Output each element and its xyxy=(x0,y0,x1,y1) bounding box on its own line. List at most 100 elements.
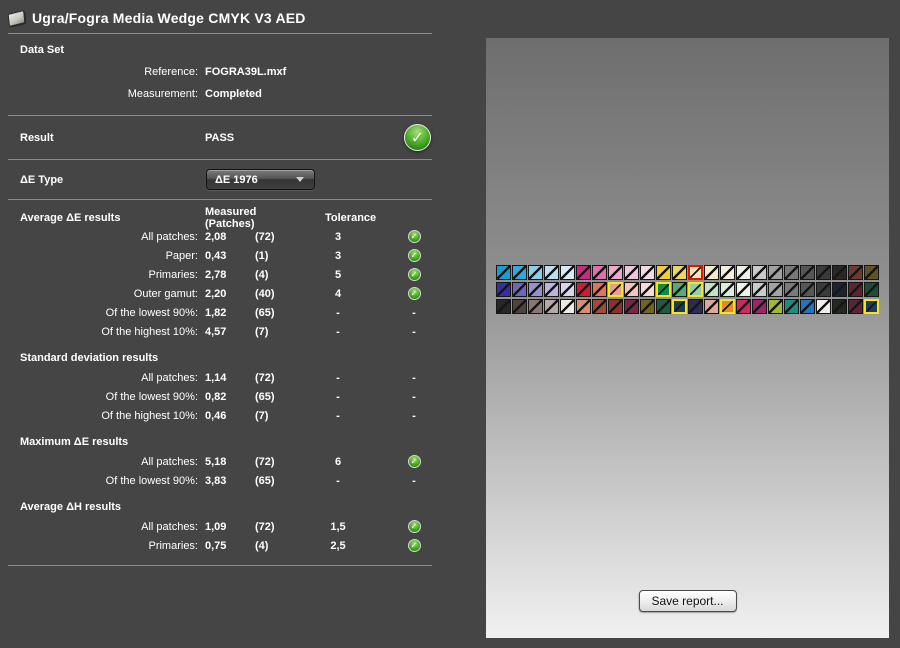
color-patch[interactable] xyxy=(528,299,543,314)
color-patch[interactable] xyxy=(608,282,623,297)
color-patch[interactable] xyxy=(768,282,783,297)
color-patch[interactable] xyxy=(496,282,511,297)
color-patch[interactable] xyxy=(864,265,879,280)
color-patch[interactable] xyxy=(816,265,831,280)
measured-value: 1,82 xyxy=(205,306,227,319)
color-patch[interactable] xyxy=(832,299,847,314)
color-patch[interactable] xyxy=(544,265,559,280)
color-patch[interactable] xyxy=(640,299,655,314)
section-heading-row: Average ΔE results Measured (Patches) Tole… xyxy=(0,206,462,230)
patch-count: (72) xyxy=(255,455,275,468)
measured-value: 4,57 xyxy=(205,325,227,338)
color-patch[interactable] xyxy=(720,265,735,280)
color-patch[interactable] xyxy=(864,282,879,297)
color-patch[interactable] xyxy=(576,299,591,314)
color-patch[interactable] xyxy=(544,299,559,314)
color-patch[interactable] xyxy=(544,282,559,297)
measured-value: 0,75 xyxy=(205,539,227,552)
patch-count: (7) xyxy=(255,325,269,338)
color-patch[interactable] xyxy=(560,282,575,297)
color-patch[interactable] xyxy=(560,265,575,280)
color-patch[interactable] xyxy=(624,265,639,280)
color-patch[interactable] xyxy=(736,265,751,280)
color-patch[interactable] xyxy=(528,282,543,297)
color-patch[interactable] xyxy=(672,299,687,314)
color-patch[interactable] xyxy=(864,299,879,314)
patch-count: (7) xyxy=(255,409,269,422)
color-patch[interactable] xyxy=(752,299,767,314)
color-patch[interactable] xyxy=(816,299,831,314)
color-patch[interactable] xyxy=(576,282,591,297)
color-patch[interactable] xyxy=(528,265,543,280)
color-patch[interactable] xyxy=(512,299,527,314)
color-patch[interactable] xyxy=(688,299,703,314)
color-patch[interactable] xyxy=(784,299,799,314)
color-patch[interactable] xyxy=(608,299,623,314)
color-patch[interactable] xyxy=(672,265,687,280)
color-patch[interactable] xyxy=(592,282,607,297)
color-patch[interactable] xyxy=(560,299,575,314)
color-patch[interactable] xyxy=(704,299,719,314)
color-patch[interactable] xyxy=(688,282,703,297)
wedge-row xyxy=(496,265,879,280)
color-patch[interactable] xyxy=(704,282,719,297)
color-patch[interactable] xyxy=(848,282,863,297)
measured-value: 3,83 xyxy=(205,474,227,487)
color-patch[interactable] xyxy=(592,299,607,314)
color-patch[interactable] xyxy=(496,265,511,280)
color-patch[interactable] xyxy=(688,265,703,280)
color-patch[interactable] xyxy=(656,299,671,314)
result-row: All patches: 2,08 (72) 3 ✓ xyxy=(0,227,462,246)
color-patch[interactable] xyxy=(608,265,623,280)
patch-count: (65) xyxy=(255,474,275,487)
color-patch[interactable] xyxy=(800,299,815,314)
results-section: Average ΔE results Measured (Patches) Tole… xyxy=(0,206,462,341)
measured-value: 5,18 xyxy=(205,455,227,468)
color-patch[interactable] xyxy=(640,265,655,280)
color-patch[interactable] xyxy=(848,265,863,280)
color-patch[interactable] xyxy=(656,282,671,297)
measured-value: 2,78 xyxy=(205,268,227,281)
report-pane: Ugra/Fogra Media Wedge CMYK V3 AED Data … xyxy=(0,0,462,566)
color-patch[interactable] xyxy=(784,282,799,297)
tolerance-value: 3 xyxy=(334,249,342,262)
color-patch[interactable] xyxy=(640,282,655,297)
measured-value: 1,14 xyxy=(205,371,227,384)
color-patch[interactable] xyxy=(720,282,735,297)
color-patch[interactable] xyxy=(656,265,671,280)
color-patch[interactable] xyxy=(768,299,783,314)
color-patch[interactable] xyxy=(832,282,847,297)
de-type-dropdown[interactable]: ΔE 1976 xyxy=(206,169,315,190)
color-patch[interactable] xyxy=(736,299,751,314)
color-patch[interactable] xyxy=(720,299,735,314)
color-patch[interactable] xyxy=(672,282,687,297)
color-patch[interactable] xyxy=(512,265,527,280)
color-patch[interactable] xyxy=(752,265,767,280)
color-patch[interactable] xyxy=(800,265,815,280)
color-patch[interactable] xyxy=(496,299,511,314)
color-patch[interactable] xyxy=(848,299,863,314)
color-patch[interactable] xyxy=(624,282,639,297)
color-patch[interactable] xyxy=(832,265,847,280)
status-cell: - xyxy=(412,390,416,403)
color-patch[interactable] xyxy=(736,282,751,297)
color-patch[interactable] xyxy=(752,282,767,297)
color-patch[interactable] xyxy=(576,265,591,280)
result-row: Primaries: 0,75 (4) 2,5 ✓ xyxy=(0,536,462,555)
separator xyxy=(8,199,432,200)
color-patch[interactable] xyxy=(624,299,639,314)
color-patch[interactable] xyxy=(512,282,527,297)
save-report-button[interactable]: Save report... xyxy=(638,590,737,612)
color-patch[interactable] xyxy=(704,265,719,280)
color-patch[interactable] xyxy=(768,265,783,280)
result-row: Of the lowest 90%: 3,83 (65) - - xyxy=(0,471,462,490)
section-heading-row: Standard deviation results xyxy=(0,347,462,368)
color-patch[interactable] xyxy=(816,282,831,297)
status-cell: ✓ xyxy=(370,539,430,552)
color-patch[interactable] xyxy=(800,282,815,297)
status-cell: - xyxy=(412,371,416,384)
reference-label: Reference: xyxy=(144,66,198,78)
color-patch[interactable] xyxy=(592,265,607,280)
color-patch[interactable] xyxy=(784,265,799,280)
status-cell: ✓ xyxy=(370,287,430,300)
